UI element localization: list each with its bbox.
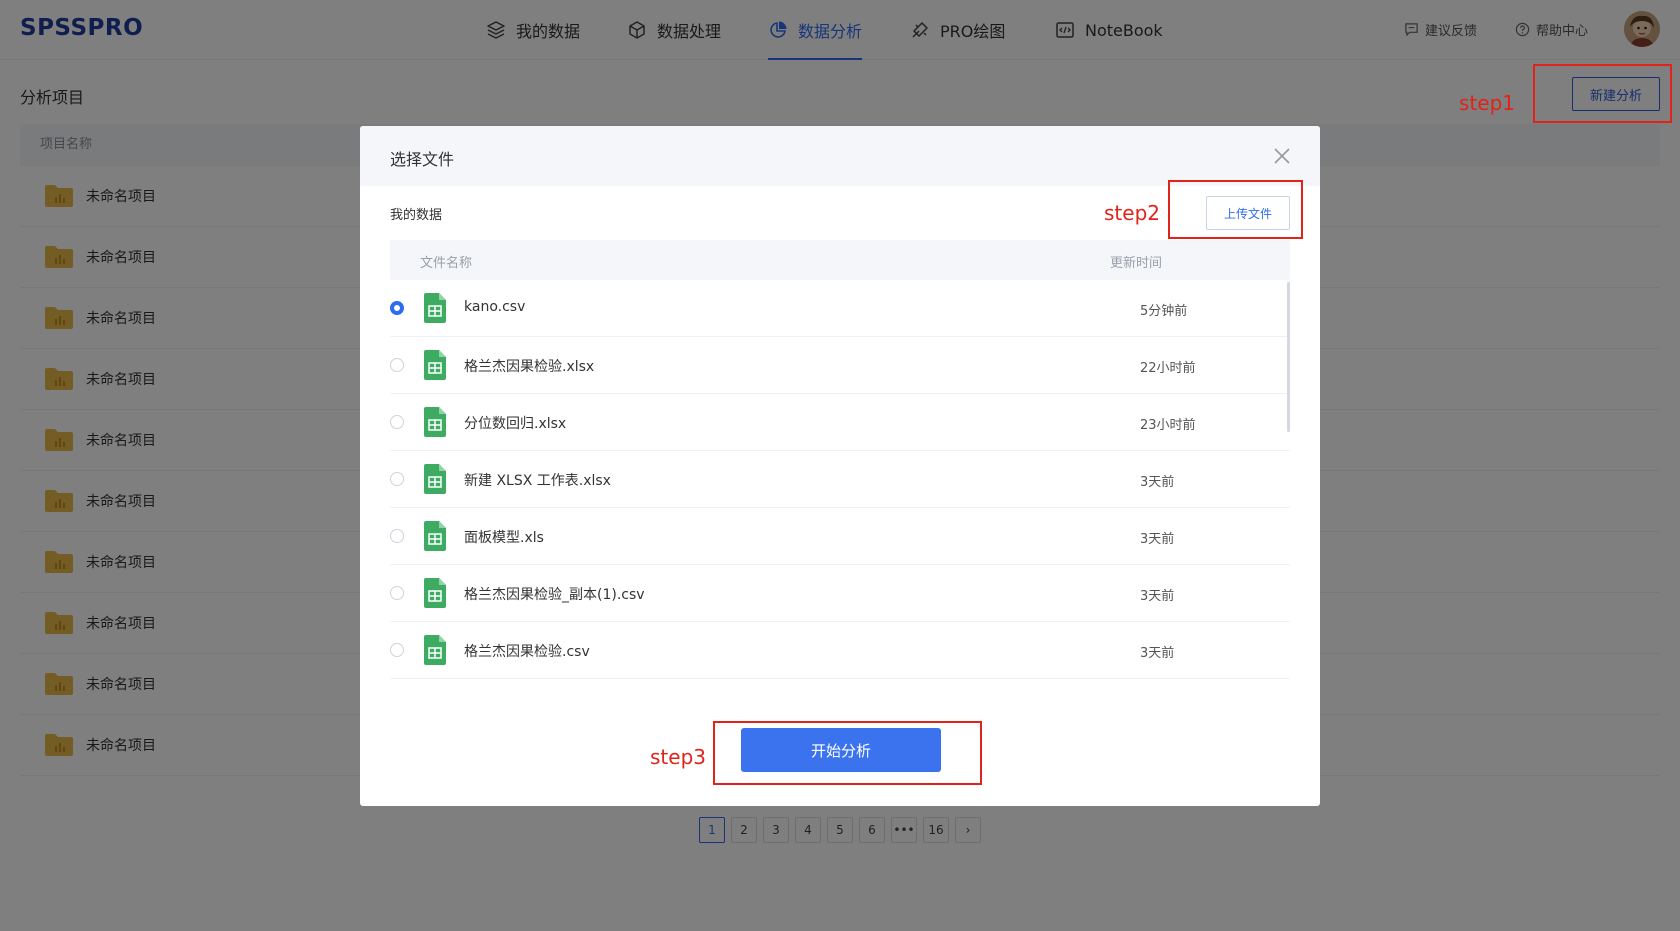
dialog-title: 选择文件	[390, 150, 455, 169]
file-name: 面板模型.xls	[464, 530, 544, 546]
file-row[interactable]: 格兰杰因果检验_副本(1).csv 3天前	[390, 565, 1290, 622]
file-row[interactable]: 分位数回归.xlsx 23小时前	[390, 394, 1290, 451]
file-radio[interactable]	[390, 415, 404, 429]
close-icon[interactable]	[1272, 146, 1292, 166]
my-data-section-title: 我的数据	[390, 208, 443, 223]
step1-highlight-box	[1533, 64, 1672, 123]
file-row[interactable]: 面板模型.xls 3天前	[390, 508, 1290, 565]
file-update-time: 3天前	[1140, 589, 1175, 604]
file-update-time: 23小时前	[1140, 418, 1196, 433]
file-name: 格兰杰因果检验_副本(1).csv	[464, 587, 645, 603]
step1-label: step1	[1459, 91, 1515, 115]
file-radio[interactable]	[390, 643, 404, 657]
file-update-time: 5分钟前	[1140, 304, 1188, 319]
file-name-column-header: 文件名称	[420, 256, 473, 271]
file-radio[interactable]	[390, 586, 404, 600]
spreadsheet-file-icon	[424, 521, 446, 551]
spreadsheet-file-icon	[424, 407, 446, 437]
spreadsheet-file-icon	[424, 635, 446, 665]
step2-label: step2	[1104, 201, 1160, 225]
file-radio[interactable]	[390, 301, 404, 315]
spreadsheet-file-icon	[424, 464, 446, 494]
file-name: 格兰杰因果检验.csv	[464, 644, 590, 660]
file-name: 格兰杰因果检验.xlsx	[464, 359, 595, 375]
file-row[interactable]: 格兰杰因果检验.xlsx 22小时前	[390, 337, 1290, 394]
step2-highlight-box	[1168, 180, 1303, 239]
spreadsheet-file-icon	[424, 578, 446, 608]
spreadsheet-file-icon	[424, 293, 446, 323]
step3-label: step3	[650, 745, 706, 769]
file-update-time: 22小时前	[1140, 361, 1196, 376]
file-row[interactable]: kano.csv 5分钟前	[390, 280, 1290, 337]
step3-highlight-box	[713, 721, 982, 785]
file-row[interactable]: 格兰杰因果检验.csv 3天前	[390, 622, 1290, 679]
file-name: kano.csv	[464, 299, 526, 315]
file-update-time: 3天前	[1140, 475, 1175, 490]
file-radio[interactable]	[390, 358, 404, 372]
file-table-header: 文件名称 更新时间	[390, 240, 1290, 280]
file-update-time: 3天前	[1140, 532, 1175, 547]
file-update-time: 3天前	[1140, 646, 1175, 661]
file-row[interactable]: 新建 XLSX 工作表.xlsx 3天前	[390, 451, 1290, 508]
file-list-scrollbar[interactable]	[1287, 282, 1290, 432]
file-radio[interactable]	[390, 529, 404, 543]
file-name: 新建 XLSX 工作表.xlsx	[464, 473, 611, 489]
update-time-column-header: 更新时间	[1110, 256, 1163, 271]
spreadsheet-file-icon	[424, 350, 446, 380]
file-radio[interactable]	[390, 472, 404, 486]
file-name: 分位数回归.xlsx	[464, 416, 567, 432]
dialog-header: 选择文件	[360, 126, 1320, 186]
